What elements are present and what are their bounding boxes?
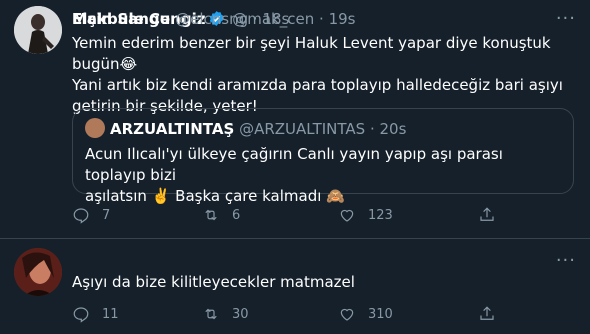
- avatar[interactable]: [14, 6, 62, 54]
- tweet-text: Yemin ederim benzer bir şeyi Haluk Leven…: [72, 33, 572, 117]
- retweet-button[interactable]: 6: [202, 206, 240, 224]
- quoted-tweet-header: ARZUALTINTAŞ @ARZUALTINTAS · 20s: [85, 118, 406, 139]
- reply-icon: [73, 208, 89, 224]
- author-handle[interactable]: @elcnsng: [175, 10, 248, 28]
- reply-button[interactable]: 7: [72, 206, 110, 224]
- victory-hand-emoji-icon: ✌️: [151, 187, 171, 205]
- quoted-text-line1: Acun Ilıcalı'yı ülkeye çağırın Canlı yay…: [85, 145, 503, 184]
- share-icon: [480, 207, 494, 221]
- quoted-tweet[interactable]: ARZUALTINTAŞ @ARZUALTINTAS · 20s Acun Il…: [72, 108, 574, 205]
- tweet-text: Aşıyı da bize kilitleyecekler matmazel: [72, 273, 355, 291]
- separator-dot: ·: [319, 10, 324, 28]
- timestamp[interactable]: 18s: [262, 10, 289, 28]
- more-options-icon[interactable]: ···: [556, 8, 576, 29]
- retweet-count: 6: [232, 207, 241, 223]
- retweet-button[interactable]: 30: [202, 305, 249, 323]
- heart-icon: [340, 308, 354, 321]
- share-icon: [480, 306, 494, 320]
- quoted-author-handle: @ARZUALTINTAS: [239, 120, 366, 138]
- like-button[interactable]: 310: [338, 305, 393, 323]
- quoted-tweet-text: Acun Ilıcalı'yı ülkeye çağırın Canlı yay…: [85, 144, 561, 207]
- joy-emoji-icon: 😂: [119, 55, 138, 73]
- see-no-evil-monkey-emoji-icon: 🙈: [326, 187, 345, 205]
- quoted-avatar: [85, 118, 105, 138]
- reply-count: 11: [102, 306, 119, 322]
- retweet-count: 30: [232, 306, 249, 322]
- action-bar: 7 6 123: [72, 206, 512, 226]
- share-button[interactable]: [478, 206, 508, 224]
- reply-count: 7: [102, 207, 111, 223]
- reply-icon: [73, 307, 89, 323]
- separator-dot: ·: [369, 120, 375, 138]
- action-bar: 11 30 310: [72, 305, 512, 325]
- quoted-author-name: ARZUALTINTAŞ: [110, 120, 235, 138]
- retweet-icon: [205, 308, 217, 320]
- author-name[interactable]: Elçin Sangu: [72, 10, 170, 28]
- quoted-text-line2b: Başka çare kalmadı: [175, 187, 322, 205]
- like-count: 310: [368, 306, 393, 322]
- reply-button[interactable]: 11: [72, 305, 119, 323]
- quoted-timestamp: 20s: [379, 120, 407, 138]
- avatar[interactable]: [14, 248, 62, 296]
- separator-dot: ·: [252, 10, 258, 28]
- heart-icon: [340, 209, 354, 222]
- share-button[interactable]: [478, 305, 508, 323]
- like-button[interactable]: 123: [338, 206, 393, 224]
- tweet-header: Elçin Sangu @elcnsng · 18s: [72, 9, 289, 29]
- timestamp[interactable]: 19s: [329, 10, 356, 28]
- more-options-icon[interactable]: ···: [556, 250, 576, 271]
- retweet-icon: [205, 209, 217, 221]
- tweet-text-line1: Yemin ederim benzer bir şeyi Haluk Leven…: [72, 34, 551, 73]
- quoted-text-line2a: aşılatsın: [85, 187, 147, 205]
- like-count: 123: [368, 207, 393, 223]
